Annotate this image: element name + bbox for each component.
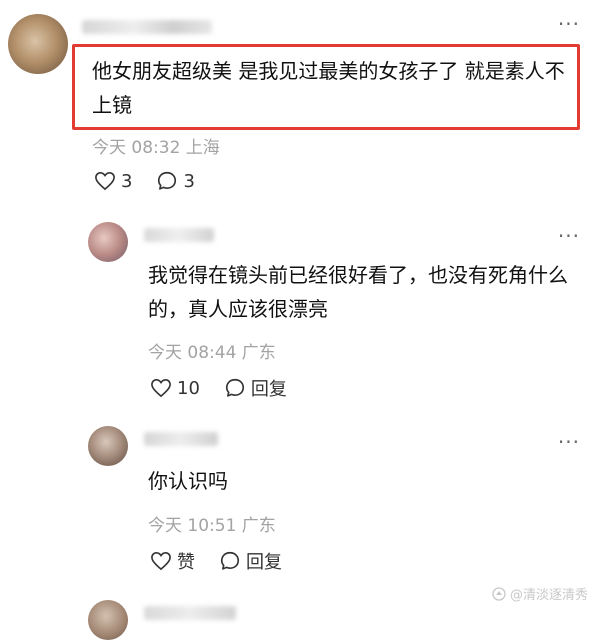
username-blurred[interactable] — [82, 20, 212, 34]
reply-button[interactable]: 3 — [156, 170, 195, 192]
more-options-button[interactable]: ··· — [558, 432, 580, 452]
like-button[interactable]: 10 — [150, 378, 200, 399]
watermark-text: @清淡逐清秀 — [509, 588, 588, 603]
comment-actions: 10 回复 — [150, 375, 287, 401]
like-button[interactable]: 3 — [94, 171, 132, 192]
comment-time: 今天 10:51 广东 — [148, 516, 276, 536]
reply-count: 3 — [183, 170, 195, 192]
like-count: 3 — [121, 170, 133, 192]
reply-label: 回复 — [250, 379, 287, 400]
reply-button[interactable]: 回复 — [224, 375, 287, 401]
comment-actions: 3 3 — [94, 170, 195, 192]
heart-icon — [151, 378, 171, 398]
like-label: 赞 — [177, 552, 195, 573]
reply-label: 回复 — [246, 552, 282, 573]
comment-time: 今天 08:32 上海 — [92, 138, 220, 158]
avatar[interactable] — [88, 222, 128, 262]
heart-icon — [151, 551, 171, 571]
username-blurred-partial[interactable] — [144, 606, 236, 620]
like-button[interactable]: 赞 — [150, 548, 195, 574]
speech-bubble-icon — [225, 378, 244, 397]
reply-button[interactable]: 回复 — [219, 548, 282, 574]
comment-time: 今天 08:44 广东 — [148, 343, 276, 363]
avatar[interactable] — [88, 426, 128, 466]
speech-bubble-icon — [158, 171, 177, 190]
watermark-logo-icon — [492, 586, 506, 601]
comment-text: 他女朋友超级美 是我见过最美的女孩子了 就是素人不上镜 — [92, 59, 565, 117]
comment-3: ··· 你认识吗 今天 10:51 广东 赞 回复 — [0, 410, 600, 590]
comment-2: ··· 我觉得在镜头前已经很好看了，也没有死角什么的，真人应该很漂亮 今天 08… — [0, 200, 600, 410]
speech-bubble-icon — [220, 551, 240, 570]
comment-text: 你认识吗 — [148, 469, 228, 493]
comment-1: ··· 他女朋友超级美 是我见过最美的女孩子了 就是素人不上镜 今天 08:32… — [0, 0, 600, 200]
avatar-partial[interactable] — [88, 600, 128, 640]
more-options-button[interactable]: ··· — [558, 226, 580, 246]
heart-icon — [95, 171, 115, 191]
watermark: @清淡逐清秀 — [492, 584, 588, 603]
username-blurred[interactable] — [144, 432, 218, 446]
comment-actions: 赞 回复 — [150, 548, 282, 574]
avatar[interactable] — [8, 14, 68, 74]
like-count: 10 — [177, 377, 200, 399]
comment-text: 我觉得在镜头前已经很好看了，也没有死角什么的，真人应该很漂亮 — [148, 263, 568, 321]
more-options-button[interactable]: ··· — [558, 14, 580, 34]
username-blurred[interactable] — [144, 228, 214, 242]
